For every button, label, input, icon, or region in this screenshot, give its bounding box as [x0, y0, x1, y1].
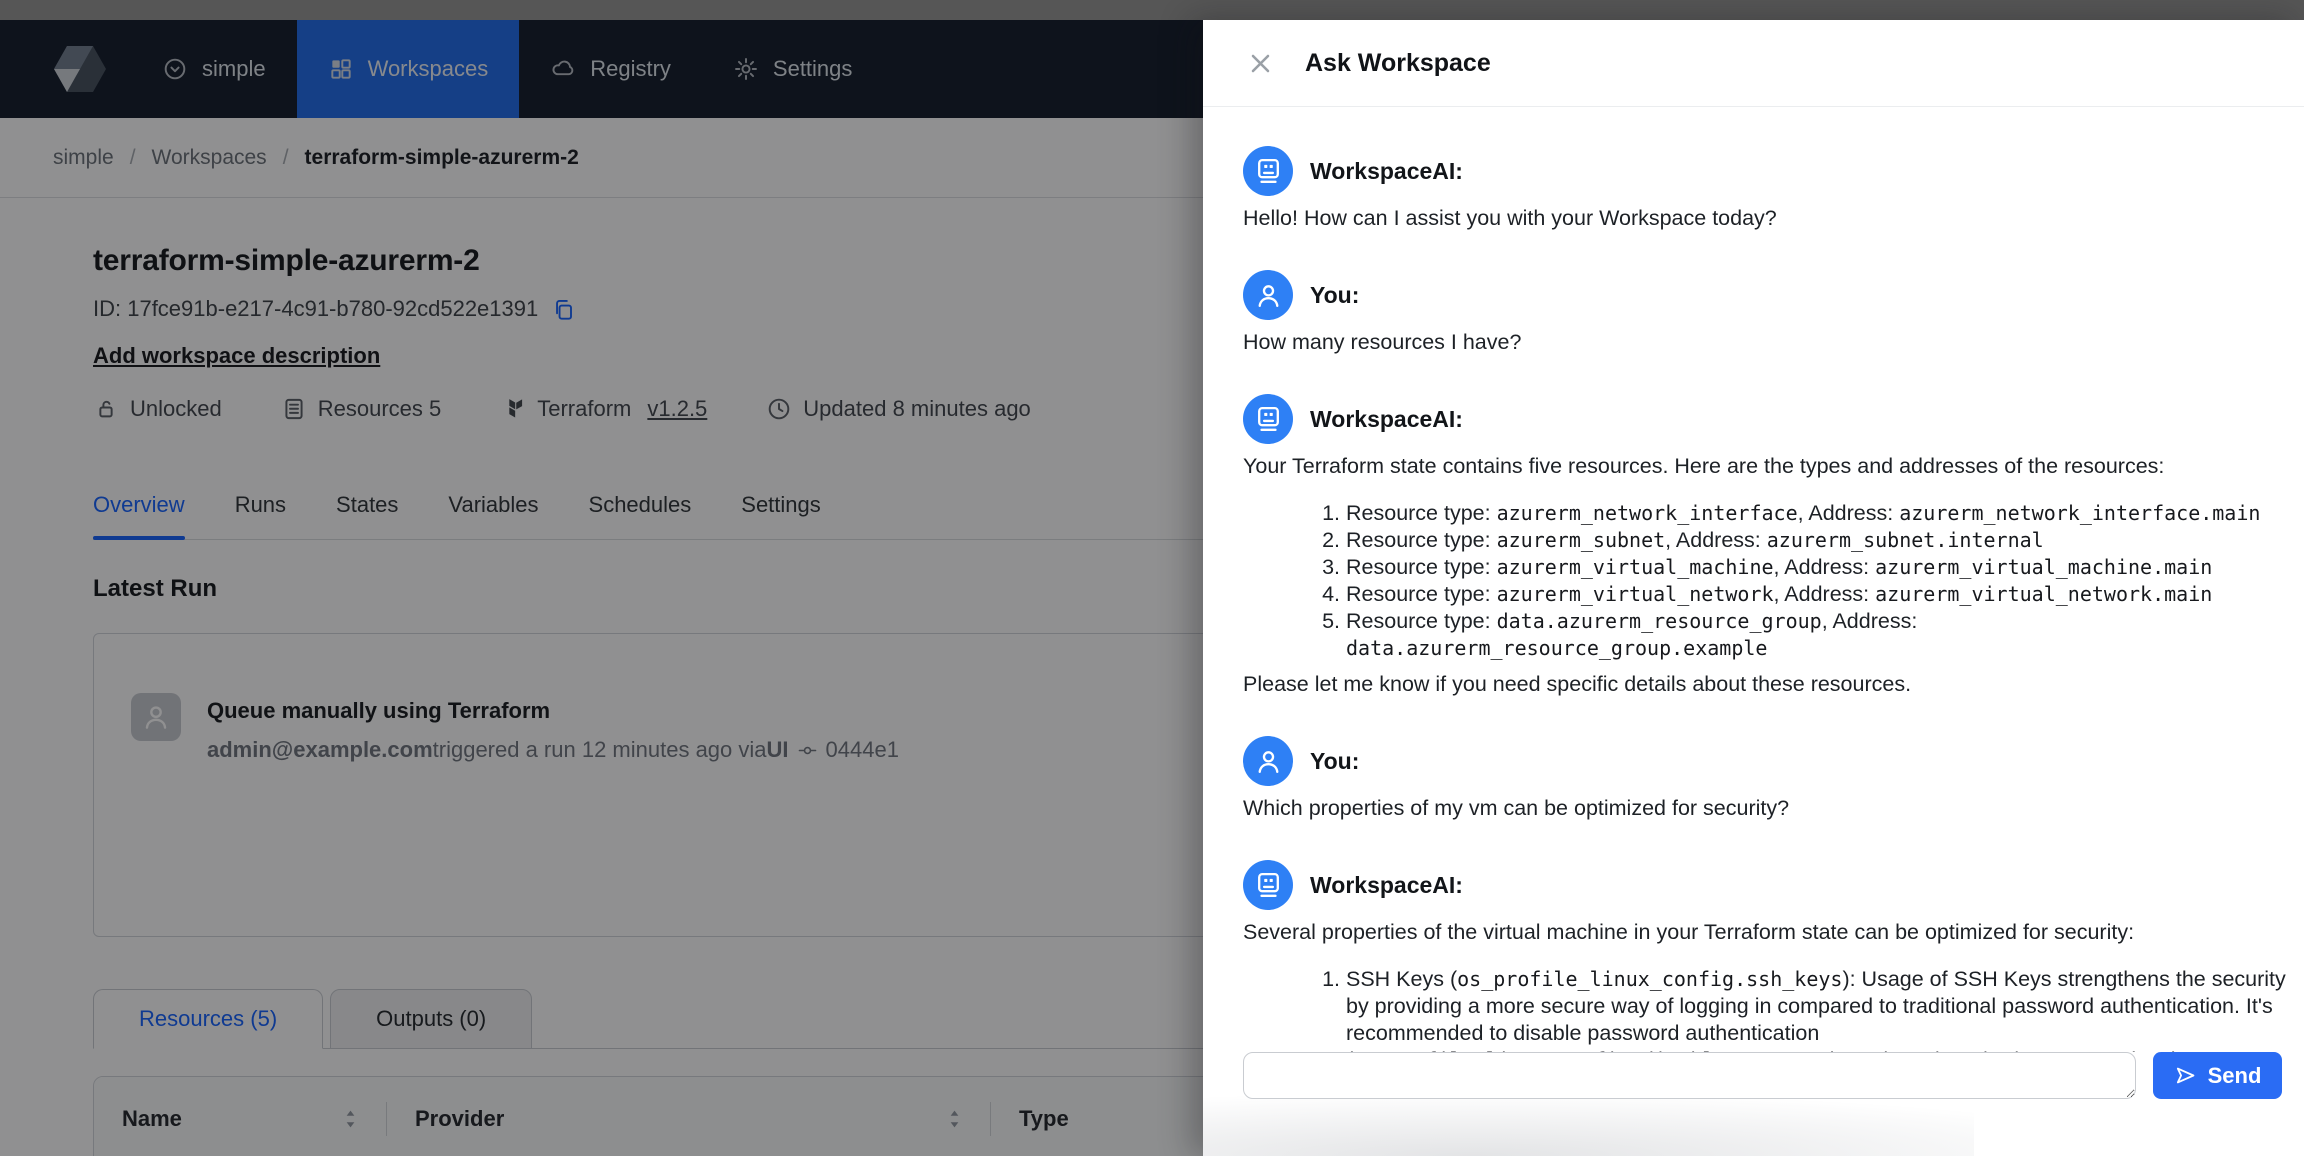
- chat-message-body: Several properties of the virtual machin…: [1243, 919, 2288, 1052]
- inline-code: azurerm_virtual_network.main: [1875, 582, 2212, 606]
- ai-avatar: [1243, 394, 1293, 444]
- user-avatar: [1243, 736, 1293, 786]
- user-avatar: [1243, 270, 1293, 320]
- send-button[interactable]: Send: [2153, 1052, 2282, 1099]
- chat-message: WorkspaceAI: Several properties of the vi…: [1243, 860, 2288, 1052]
- close-icon[interactable]: [1245, 48, 1276, 79]
- chat-numbered-list: Resource type: azurerm_network_interface…: [1243, 500, 2288, 662]
- chat-paragraph: Which properties of my vm can be optimiz…: [1243, 795, 2288, 822]
- chat-paragraph: Your Terraform state contains five resou…: [1243, 453, 2288, 480]
- inline-code: os_profile_linux_config.ssh_keys: [1457, 967, 1842, 991]
- chat-list-item: Resource type: azurerm_network_interface…: [1346, 500, 2288, 527]
- drawer-title: Ask Workspace: [1305, 49, 1491, 78]
- chat-message-header: You:: [1243, 270, 2288, 320]
- chat-message: WorkspaceAI: Your Terraform state contain…: [1243, 394, 2288, 698]
- chat-input[interactable]: [1243, 1052, 2136, 1099]
- chat-message-body: Hello! How can I assist you with your Wo…: [1243, 205, 2288, 232]
- chat-sender-name: You:: [1310, 748, 1359, 775]
- chat-list-item: Resource type: azurerm_virtual_machine, …: [1346, 554, 2288, 581]
- chat-input-row: Send: [1243, 1052, 2282, 1099]
- chat-paragraph: How many resources I have?: [1243, 329, 2288, 356]
- chat-sender-name: WorkspaceAI:: [1310, 158, 1463, 185]
- inline-code: azurerm_network_interface: [1497, 501, 1798, 525]
- ask-workspace-drawer: Ask Workspace WorkspaceAI: Hello! How can…: [1203, 20, 2304, 1156]
- chat-message: WorkspaceAI: Hello! How can I assist you …: [1243, 146, 2288, 232]
- inline-code: data.azurerm_resource_group.example: [1346, 636, 1767, 660]
- person-icon: [1253, 746, 1284, 777]
- send-icon: [2174, 1064, 2197, 1087]
- chat-paragraph: Please let me know if you need specific …: [1243, 671, 2288, 698]
- inline-code: azurerm_virtual_machine.main: [1875, 555, 2212, 579]
- chat-message-header: You:: [1243, 736, 2288, 786]
- inline-code: azurerm_virtual_network: [1497, 582, 1774, 606]
- inline-code: azurerm_network_interface.main: [1899, 501, 2260, 525]
- chat-message-header: WorkspaceAI:: [1243, 146, 2288, 196]
- chat-message-body: Your Terraform state contains five resou…: [1243, 453, 2288, 698]
- chat-message-header: WorkspaceAI:: [1243, 394, 2288, 444]
- chat-list-item: Resource type: azurerm_virtual_network, …: [1346, 581, 2288, 608]
- screen: simpleWorkspacesRegistrySettings simple/…: [0, 0, 2304, 1156]
- ai-avatar: [1243, 146, 1293, 196]
- inline-code: azurerm_virtual_machine: [1497, 555, 1774, 579]
- chat-sender-name: WorkspaceAI:: [1310, 406, 1463, 433]
- chat-message: You: Which properties of my vm can be opt…: [1243, 736, 2288, 822]
- chat-message-header: WorkspaceAI:: [1243, 860, 2288, 910]
- inline-code: azurerm_subnet: [1497, 528, 1666, 552]
- chat-message-list: WorkspaceAI: Hello! How can I assist you …: [1203, 108, 2304, 1052]
- inline-code: azurerm_subnet.internal: [1767, 528, 2044, 552]
- chat-list-item: Resource type: data.azurerm_resource_gro…: [1346, 608, 2288, 662]
- chat-numbered-list: SSH Keys (os_profile_linux_config.ssh_ke…: [1243, 966, 2288, 1052]
- chat-sender-name: WorkspaceAI:: [1310, 872, 1463, 899]
- send-label: Send: [2208, 1063, 2262, 1089]
- chat-message-body: Which properties of my vm can be optimiz…: [1243, 795, 2288, 822]
- bottom-fade: [1203, 1090, 1974, 1156]
- robot-icon: [1253, 404, 1284, 435]
- chat-list-item: SSH Keys (os_profile_linux_config.ssh_ke…: [1346, 966, 2288, 1052]
- drawer-header: Ask Workspace: [1203, 20, 2304, 107]
- ai-avatar: [1243, 860, 1293, 910]
- chat-paragraph: Hello! How can I assist you with your Wo…: [1243, 205, 2288, 232]
- chat-list-item: Resource type: azurerm_subnet, Address: …: [1346, 527, 2288, 554]
- chat-message: You: How many resources I have?: [1243, 270, 2288, 356]
- person-icon: [1253, 280, 1284, 311]
- robot-icon: [1253, 156, 1284, 187]
- chat-sender-name: You:: [1310, 282, 1359, 309]
- robot-icon: [1253, 870, 1284, 901]
- chat-paragraph: Several properties of the virtual machin…: [1243, 919, 2288, 946]
- inline-code: data.azurerm_resource_group: [1497, 609, 1822, 633]
- chat-message-body: How many resources I have?: [1243, 329, 2288, 356]
